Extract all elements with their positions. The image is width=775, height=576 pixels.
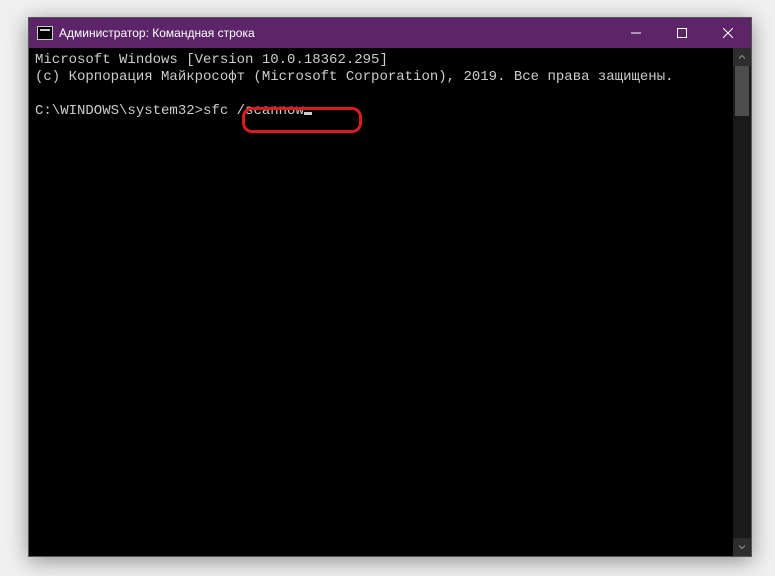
chevron-up-icon xyxy=(738,53,746,61)
window-title: Администратор: Командная строка xyxy=(59,26,613,40)
chevron-down-icon xyxy=(738,543,746,551)
prompt-path: C:\WINDOWS\system32> xyxy=(35,103,203,119)
typed-command: sfc /scannow xyxy=(203,103,304,119)
minimize-button[interactable] xyxy=(613,18,659,48)
app-icon xyxy=(37,26,53,40)
close-icon xyxy=(723,28,733,38)
command-prompt-window: Администратор: Командная строка Microsof xyxy=(28,17,752,557)
scrollbar-thumb[interactable] xyxy=(735,66,749,116)
maximize-button[interactable] xyxy=(659,18,705,48)
cursor xyxy=(304,112,312,115)
titlebar[interactable]: Администратор: Командная строка xyxy=(29,18,751,48)
console-body: Microsoft Windows [Version 10.0.18362.29… xyxy=(29,48,751,556)
close-button[interactable] xyxy=(705,18,751,48)
scroll-up-button[interactable] xyxy=(733,48,751,66)
console-content[interactable]: Microsoft Windows [Version 10.0.18362.29… xyxy=(29,48,733,556)
window-controls xyxy=(613,18,751,48)
version-line: Microsoft Windows [Version 10.0.18362.29… xyxy=(35,52,388,68)
vertical-scrollbar[interactable] xyxy=(733,48,751,556)
scroll-down-button[interactable] xyxy=(733,538,751,556)
minimize-icon xyxy=(631,28,641,38)
maximize-icon xyxy=(677,28,687,38)
copyright-line: (c) Корпорация Майкрософт (Microsoft Cor… xyxy=(35,69,674,85)
